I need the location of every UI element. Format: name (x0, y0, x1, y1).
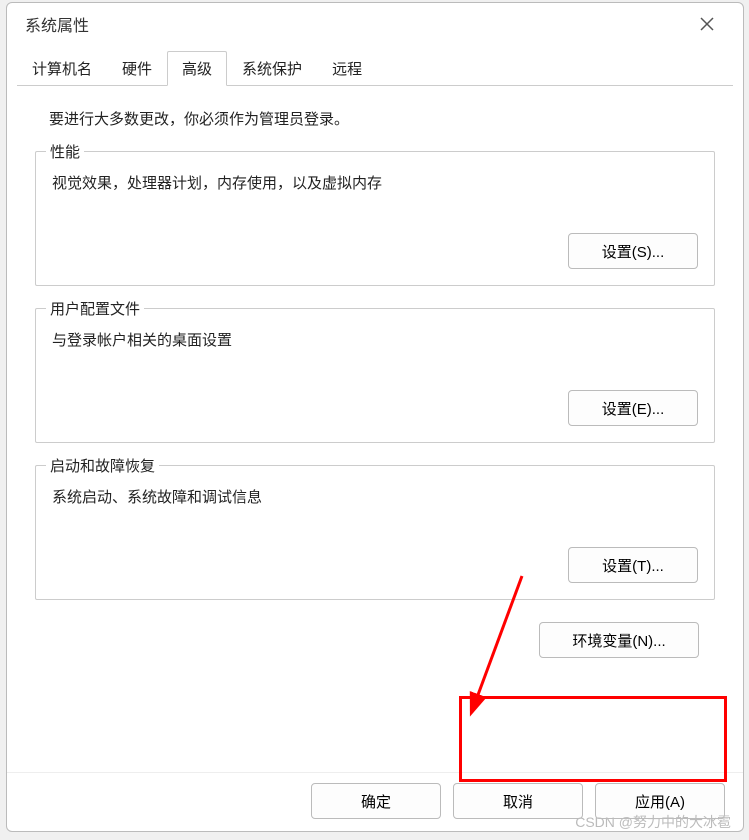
watermark: CSDN @努力中的大冰雹 (575, 812, 731, 832)
admin-note: 要进行大多数更改，你必须作为管理员登录。 (49, 108, 715, 129)
titlebar: 系统属性 (7, 3, 743, 45)
system-properties-dialog: 系统属性 计算机名 硬件 高级 系统保护 远程 要进行大多数更改，你必须作为管理… (6, 2, 744, 832)
close-icon (700, 17, 714, 31)
content-area: 计算机名 硬件 高级 系统保护 远程 要进行大多数更改，你必须作为管理员登录。 … (7, 45, 743, 772)
window-title: 系统属性 (25, 12, 89, 36)
startup-recovery-settings-button[interactable]: 设置(T)... (568, 547, 698, 583)
user-profiles-group: 用户配置文件 与登录帐户相关的桌面设置 设置(E)... (35, 308, 715, 443)
tab-body-advanced: 要进行大多数更改，你必须作为管理员登录。 性能 视觉效果，处理器计划，内存使用，… (17, 86, 733, 762)
tab-advanced[interactable]: 高级 (167, 51, 227, 86)
performance-title: 性能 (46, 141, 84, 162)
env-vars-row: 环境变量(N)... (35, 622, 715, 658)
startup-recovery-group: 启动和故障恢复 系统启动、系统故障和调试信息 设置(T)... (35, 465, 715, 600)
tab-system-protection[interactable]: 系统保护 (227, 51, 317, 85)
performance-desc: 视觉效果，处理器计划，内存使用，以及虚拟内存 (52, 172, 698, 193)
environment-variables-button[interactable]: 环境变量(N)... (539, 622, 699, 658)
tab-remote[interactable]: 远程 (317, 51, 377, 85)
tab-hardware[interactable]: 硬件 (107, 51, 167, 85)
performance-settings-button[interactable]: 设置(S)... (568, 233, 698, 269)
user-profiles-title: 用户配置文件 (46, 298, 144, 319)
tab-strip: 计算机名 硬件 高级 系统保护 远程 (17, 51, 733, 86)
performance-group: 性能 视觉效果，处理器计划，内存使用，以及虚拟内存 设置(S)... (35, 151, 715, 286)
ok-button[interactable]: 确定 (311, 783, 441, 819)
close-button[interactable] (689, 6, 725, 42)
startup-recovery-title: 启动和故障恢复 (46, 455, 159, 476)
annotation-highlight (459, 696, 727, 782)
user-profiles-settings-button[interactable]: 设置(E)... (568, 390, 698, 426)
cancel-button[interactable]: 取消 (453, 783, 583, 819)
tab-computer-name[interactable]: 计算机名 (17, 51, 107, 85)
user-profiles-desc: 与登录帐户相关的桌面设置 (52, 329, 698, 350)
startup-recovery-desc: 系统启动、系统故障和调试信息 (52, 486, 698, 507)
